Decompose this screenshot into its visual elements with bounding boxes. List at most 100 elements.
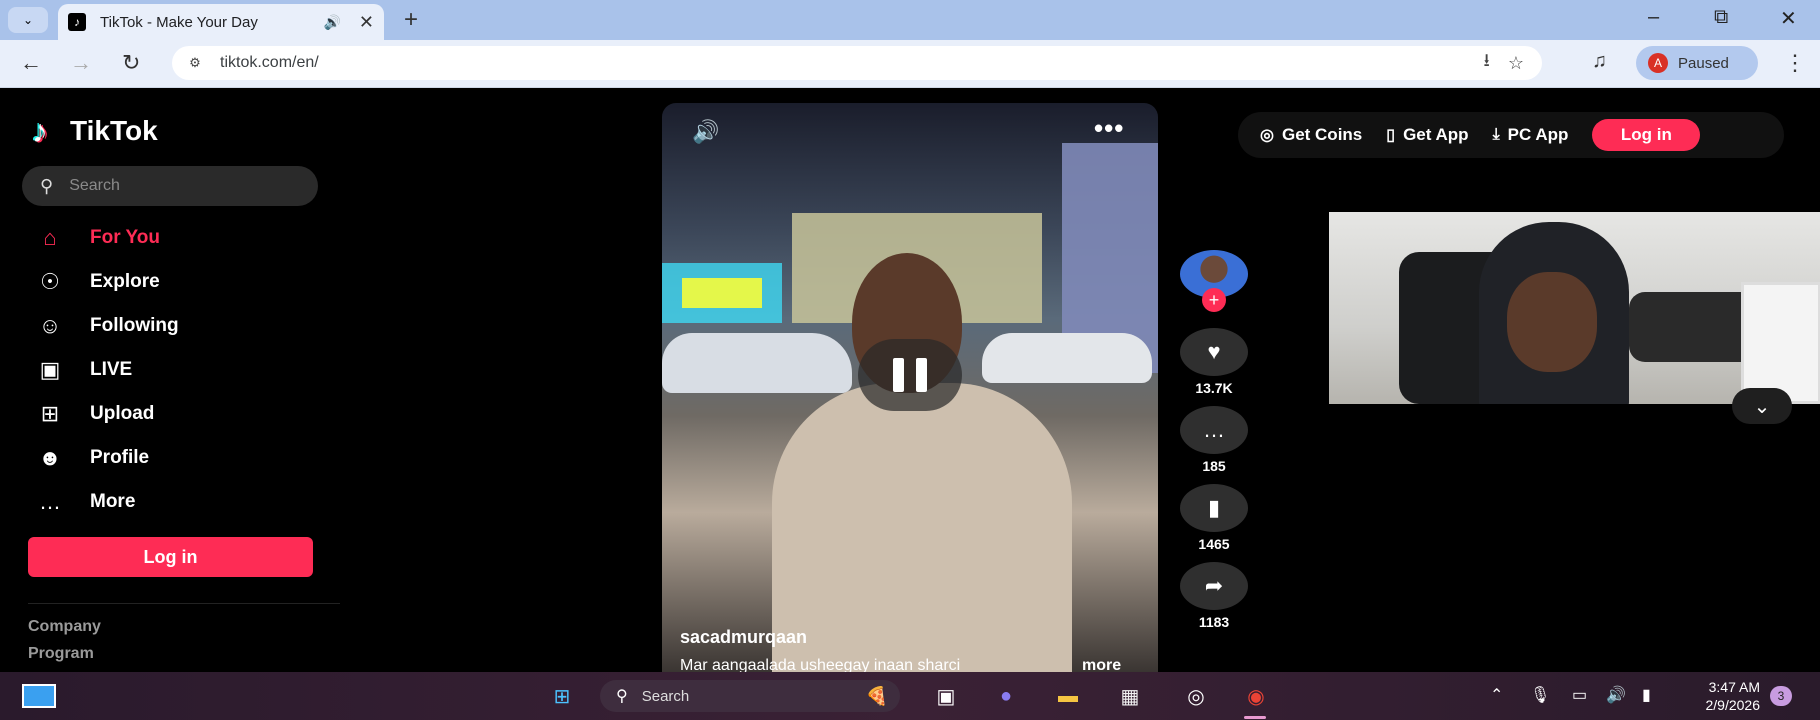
next-video-button[interactable]: ⌄ bbox=[1732, 388, 1792, 424]
tiktok-logo-icon: ♪ bbox=[32, 113, 48, 149]
caption-more-link[interactable]: more bbox=[1082, 657, 1121, 672]
sidebar-item-for-you[interactable]: ⌂ For You bbox=[32, 216, 332, 260]
logo-text: TikTok bbox=[70, 115, 158, 146]
video-author[interactable]: sacadmurqaan bbox=[680, 627, 807, 648]
share-button[interactable]: ➦ bbox=[1180, 562, 1248, 610]
pause-icon bbox=[893, 358, 904, 392]
profile-status: Paused bbox=[1678, 54, 1729, 72]
heart-icon: ♥ bbox=[1207, 339, 1221, 364]
pause-button[interactable] bbox=[858, 339, 962, 411]
restore-icon[interactable]: ⧉ bbox=[1714, 6, 1728, 29]
start-icon[interactable]: ⊞ bbox=[546, 682, 578, 710]
webcam-face bbox=[1507, 272, 1597, 372]
meet-icon[interactable]: ● bbox=[990, 682, 1022, 710]
sidebar-item-live[interactable]: ▣ LIVE bbox=[32, 348, 332, 392]
time-text: 3:47 AM bbox=[1708, 679, 1760, 695]
header-login-button[interactable]: Log in bbox=[1592, 119, 1701, 151]
follow-plus-icon[interactable]: + bbox=[1202, 288, 1226, 312]
battery-icon[interactable]: ▮ bbox=[1642, 685, 1651, 705]
profile-icon: ☻ bbox=[38, 445, 62, 470]
header-actions: ◎ Get Coins ▯ Get App ⤓ PC App Log in bbox=[1238, 112, 1784, 158]
store-icon[interactable]: ▦ bbox=[1114, 682, 1146, 710]
video-scene-car bbox=[982, 333, 1152, 383]
home-icon: ⌂ bbox=[43, 225, 57, 250]
close-tab-icon[interactable]: ✕ bbox=[359, 12, 374, 33]
obs-icon[interactable]: ◎ bbox=[1180, 682, 1212, 710]
upload-icon: ⊞ bbox=[40, 401, 60, 426]
task-view-icon[interactable]: ▣ bbox=[930, 682, 962, 710]
tab-search-button[interactable]: ⌄ bbox=[8, 7, 48, 33]
video-caption: Mar aangaalada usheegay inaan sharci bbox=[680, 657, 961, 672]
network-icon[interactable]: ▭ bbox=[1572, 685, 1587, 705]
save-button[interactable]: ▮ bbox=[1180, 484, 1248, 532]
browser-tab[interactable]: ♪ TikTok - Make Your Day 🔊 ✕ bbox=[58, 4, 384, 40]
footer-link-company[interactable]: Company bbox=[28, 618, 101, 636]
footer-link-program[interactable]: Program bbox=[28, 645, 94, 663]
bookmark-star-icon[interactable]: ☆ bbox=[1508, 53, 1524, 74]
pause-icon bbox=[916, 358, 927, 392]
more-icon: … bbox=[39, 489, 61, 514]
microphone-icon[interactable]: 🎙 bbox=[1530, 685, 1550, 705]
speaker-icon[interactable]: 🔊 bbox=[323, 14, 340, 31]
forward-icon[interactable]: → bbox=[70, 50, 92, 76]
site-info-icon[interactable]: ⚙ bbox=[184, 52, 206, 74]
show-hidden-icons[interactable]: ⌃ bbox=[1490, 685, 1503, 705]
profile-button[interactable]: A Paused bbox=[1636, 46, 1758, 80]
webcam-overlay bbox=[1329, 212, 1820, 404]
get-app-link[interactable]: ▯ Get App bbox=[1386, 125, 1468, 145]
video-scene-neon-sign-inner bbox=[682, 278, 762, 308]
sidebar-nav: ⌂ For You ☉ Explore ☺ Following ▣ LIVE ⊞… bbox=[32, 216, 332, 524]
like-count: 13.7K bbox=[1195, 380, 1233, 396]
sidebar-item-upload[interactable]: ⊞ Upload bbox=[32, 392, 332, 436]
widgets-icon[interactable] bbox=[22, 684, 56, 708]
new-tab-button[interactable]: + bbox=[404, 6, 418, 34]
sidebar-item-explore[interactable]: ☉ Explore bbox=[32, 260, 332, 304]
live-icon: ▣ bbox=[39, 357, 61, 382]
sidebar-item-more[interactable]: … More bbox=[32, 480, 332, 524]
sidebar-item-profile[interactable]: ☻ Profile bbox=[32, 436, 332, 480]
sidebar-login-button[interactable]: Log in bbox=[28, 537, 313, 577]
search-input[interactable]: ⚲ Search bbox=[22, 166, 318, 206]
chevron-down-icon: ⌄ bbox=[1753, 395, 1771, 418]
like-button[interactable]: ♥ bbox=[1180, 328, 1248, 376]
following-icon: ☺ bbox=[38, 313, 62, 338]
webcam-monitor bbox=[1741, 282, 1820, 404]
comment-icon: … bbox=[1203, 417, 1225, 442]
volume-icon[interactable]: 🔊 bbox=[1606, 685, 1626, 705]
video-more-options-icon[interactable]: ••• bbox=[1094, 113, 1124, 144]
install-app-icon[interactable]: ⭳ bbox=[1484, 48, 1490, 78]
coin-icon: ◎ bbox=[1260, 127, 1274, 144]
volume-icon[interactable]: 🔊 bbox=[692, 119, 719, 145]
comment-count: 185 bbox=[1202, 458, 1226, 474]
comment-button[interactable]: … bbox=[1180, 406, 1248, 454]
active-app-indicator bbox=[1244, 716, 1266, 719]
chrome-icon[interactable]: ◉ bbox=[1240, 682, 1272, 710]
chevron-down-icon: ⌄ bbox=[22, 13, 34, 27]
pc-app-link[interactable]: ⤓ PC App bbox=[1493, 125, 1569, 145]
close-window-icon[interactable]: ✕ bbox=[1780, 6, 1797, 31]
search-icon: ⚲ bbox=[616, 688, 628, 705]
tiktok-logo[interactable]: ♪ TikTok bbox=[32, 114, 158, 148]
get-coins-link[interactable]: ◎ Get Coins bbox=[1260, 125, 1362, 145]
save-count: 1465 bbox=[1198, 536, 1230, 552]
sidebar-item-following[interactable]: ☺ Following bbox=[32, 304, 332, 348]
notification-badge[interactable]: 3 bbox=[1770, 686, 1792, 706]
video-scene-car bbox=[662, 333, 852, 393]
sidebar-item-label: More bbox=[90, 491, 136, 512]
media-control-icon[interactable]: ♫ bbox=[1592, 50, 1607, 73]
reload-icon[interactable]: ↻ bbox=[122, 50, 140, 76]
menu-icon[interactable]: ⋮ bbox=[1784, 50, 1806, 76]
url-text[interactable]: tiktok.com/en/ bbox=[220, 54, 1484, 72]
share-icon: ➦ bbox=[1204, 573, 1224, 598]
file-explorer-icon[interactable]: ▬ bbox=[1052, 682, 1084, 710]
tiktok-page: ♪ TikTok ⚲ Search ⌂ For You ☉ Explore ☺ … bbox=[0, 88, 1820, 672]
address-bar[interactable]: ⚙ tiktok.com/en/ ⭳ ☆ bbox=[172, 46, 1542, 80]
taskbar-search-input[interactable]: ⚲ Search 🍕 bbox=[600, 680, 900, 712]
back-icon[interactable]: ← bbox=[20, 50, 42, 76]
clock[interactable]: 3:47 AM 2/9/2026 bbox=[1680, 678, 1761, 714]
bookmark-icon: ▮ bbox=[1207, 495, 1221, 520]
tab-strip: ⌄ ♪ TikTok - Make Your Day 🔊 ✕ + – ⧉ ✕ bbox=[0, 0, 1820, 40]
sidebar-item-label: Upload bbox=[90, 403, 155, 424]
video-player[interactable]: 🔊 ••• sacadmurqaan Mar aangaalada usheeg… bbox=[662, 103, 1158, 672]
minimize-icon[interactable]: – bbox=[1648, 6, 1659, 29]
